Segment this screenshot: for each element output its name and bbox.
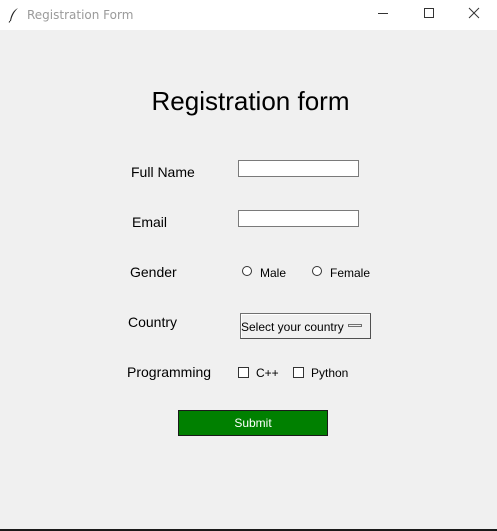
python-checkbox[interactable]	[293, 367, 304, 378]
programming-label: Programming	[127, 364, 212, 380]
dropdown-indicator-icon	[348, 324, 362, 327]
female-label[interactable]: Female	[330, 266, 370, 280]
maximize-icon	[423, 6, 435, 24]
python-label[interactable]: Python	[311, 366, 348, 380]
gender-label: Gender	[130, 264, 177, 280]
female-radio[interactable]	[312, 266, 322, 276]
male-label[interactable]: Male	[260, 266, 286, 280]
cpp-checkbox[interactable]	[238, 367, 249, 378]
form-heading: Registration form	[151, 86, 350, 116]
email-field[interactable]	[238, 210, 359, 227]
close-icon	[468, 6, 480, 24]
minimize-icon	[377, 6, 389, 24]
window-title: Registration Form	[27, 8, 134, 22]
cpp-label[interactable]: C++	[256, 366, 279, 380]
country-label: Country	[128, 314, 178, 330]
close-button[interactable]	[451, 0, 497, 30]
registration-window: Registration Form Registration form Full…	[0, 0, 497, 531]
full-name-label: Full Name	[131, 164, 195, 180]
email-label: Email	[132, 214, 168, 230]
maximize-button[interactable]	[406, 0, 452, 30]
title-bar: Registration Form	[0, 0, 497, 30]
male-radio[interactable]	[242, 266, 252, 276]
country-selected-value: Select your country	[241, 320, 344, 334]
feather-icon	[8, 7, 20, 23]
minimize-button[interactable]	[360, 0, 406, 30]
submit-button[interactable]: Submit	[178, 410, 328, 436]
country-dropdown[interactable]: Select your country	[240, 313, 371, 339]
full-name-field[interactable]	[238, 160, 359, 177]
